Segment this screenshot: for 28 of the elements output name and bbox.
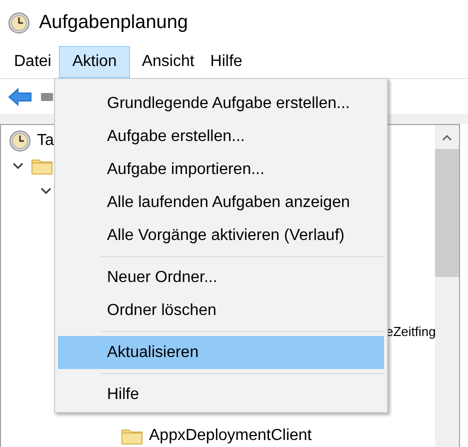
menu-item[interactable]: Aufgabe erstellen... [58,120,384,153]
chevron-icon[interactable] [39,186,53,194]
menu-item[interactable]: Hilfe [58,378,384,411]
menu-bar-item[interactable]: Hilfe [202,46,250,78]
clock-icon [8,12,30,34]
menu-item[interactable]: Alle Vorgänge aktivieren (Verlauf) [58,219,384,252]
scroll-up-icon[interactable] [442,135,452,141]
chevron-icon[interactable] [11,162,25,170]
menu-item[interactable]: Grundlegende Aufgabe erstellen... [58,87,384,120]
menu-item[interactable]: Aktualisieren [58,336,384,369]
scrollbar[interactable] [435,124,460,447]
tree-item-label[interactable]: Ta [37,132,54,150]
menu-item[interactable]: Neuer Ordner... [58,261,384,294]
menu-item[interactable]: Aufgabe importieren... [58,153,384,186]
clock-icon [9,130,31,152]
window-title: Aufgabenplanung [39,12,188,34]
menu-bar-item[interactable]: Datei [6,46,60,78]
menu-item[interactable]: Ordner löschen [58,294,384,327]
tree-item-label[interactable]: AppxDeploymentClient [149,427,312,445]
scrollbar-thumb[interactable] [435,149,459,277]
folder-icon [31,156,53,174]
tree-item-label[interactable]: eZeitfing [386,324,435,339]
folder-icon [121,427,143,445]
menu-item[interactable]: Alle laufenden Aufgaben anzeigen [58,186,384,219]
toolbar-icon[interactable] [41,92,53,102]
menu-bar-item[interactable]: Aktion [59,46,130,78]
back-arrow-icon[interactable] [8,88,32,106]
menu-bar-item[interactable]: Ansicht [134,46,202,78]
